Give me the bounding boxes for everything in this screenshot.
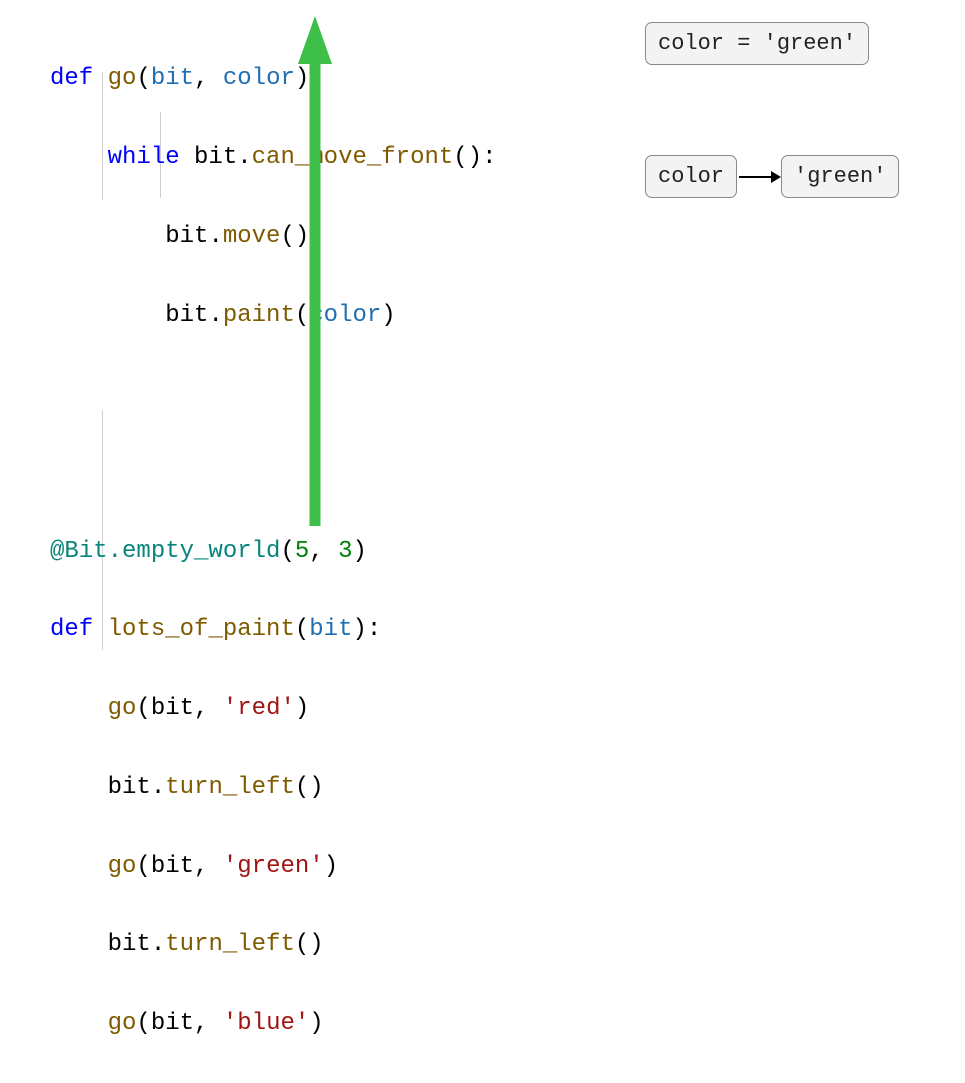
val-chip: 'green'	[781, 155, 899, 198]
code-line: go(bit, 'red')	[50, 689, 497, 728]
blank-line	[50, 453, 497, 492]
code-block: def go(bit, color): while bit.can_move_f…	[50, 20, 497, 1083]
code-line: go(bit, 'green')	[50, 847, 497, 886]
code-line: bit.turn_left()	[50, 768, 497, 807]
func-name: go	[108, 65, 137, 92]
blank-line	[50, 374, 497, 413]
assignment-box: color = 'green'	[645, 22, 869, 65]
code-line: bit.move()	[50, 217, 497, 256]
var-points-to-val: color 'green'	[645, 155, 925, 198]
func-name: lots_of_paint	[108, 616, 295, 643]
arrow-right-icon	[737, 165, 781, 189]
keyword-def: def	[50, 616, 93, 643]
param: bit	[151, 65, 194, 92]
code-line: while bit.can_move_front():	[50, 138, 497, 177]
decorator: @Bit.empty_world	[50, 538, 280, 565]
param: color	[223, 65, 295, 92]
keyword-def: def	[50, 65, 93, 92]
keyword-while: while	[108, 144, 180, 171]
code-line: def lots_of_paint(bit):	[50, 610, 497, 649]
code-line: bit.turn_left()	[50, 925, 497, 964]
code-line: def go(bit, color):	[50, 59, 497, 98]
code-line: @Bit.empty_world(5, 3)	[50, 532, 497, 571]
code-line: bit.paint(color)	[50, 296, 497, 335]
sidebar-boxes: color = 'green' color 'green'	[645, 22, 925, 198]
code-line: go(bit, 'blue')	[50, 1004, 497, 1043]
var-chip: color	[645, 155, 737, 198]
